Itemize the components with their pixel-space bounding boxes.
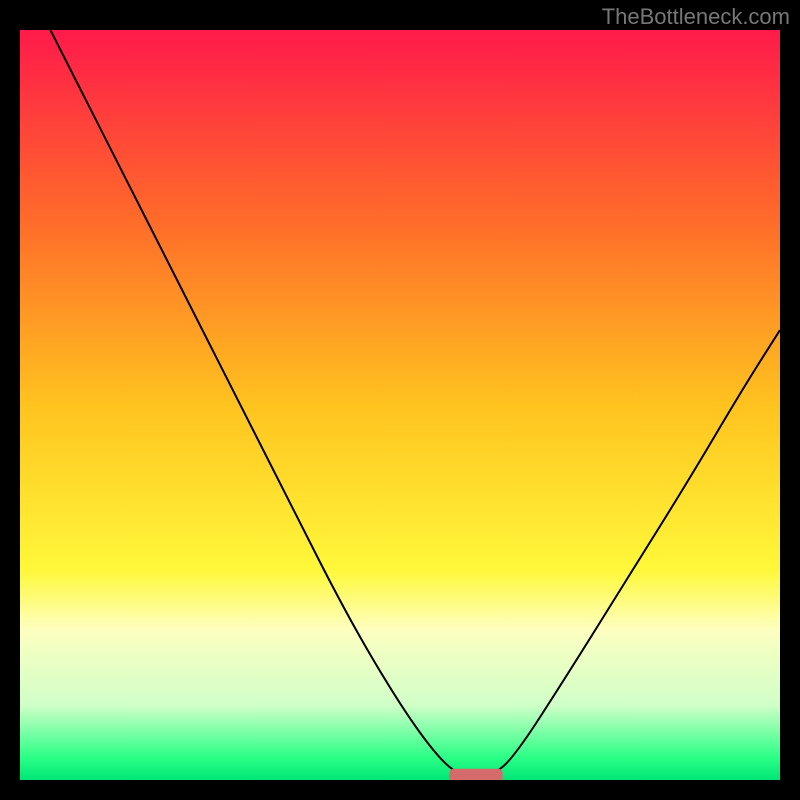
optimal-marker: [449, 769, 502, 780]
gradient-background: [20, 30, 780, 780]
watermark-text: TheBottleneck.com: [602, 4, 790, 30]
chart-container: [20, 30, 780, 780]
bottleneck-chart: [20, 30, 780, 780]
